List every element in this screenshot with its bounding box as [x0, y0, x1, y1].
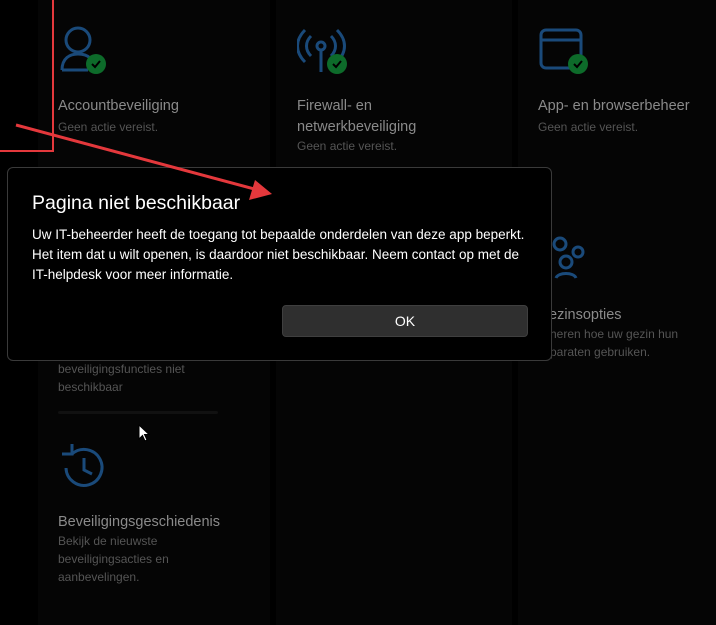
- annotation-arrow: [15, 123, 272, 200]
- mouse-cursor-icon: [138, 424, 151, 442]
